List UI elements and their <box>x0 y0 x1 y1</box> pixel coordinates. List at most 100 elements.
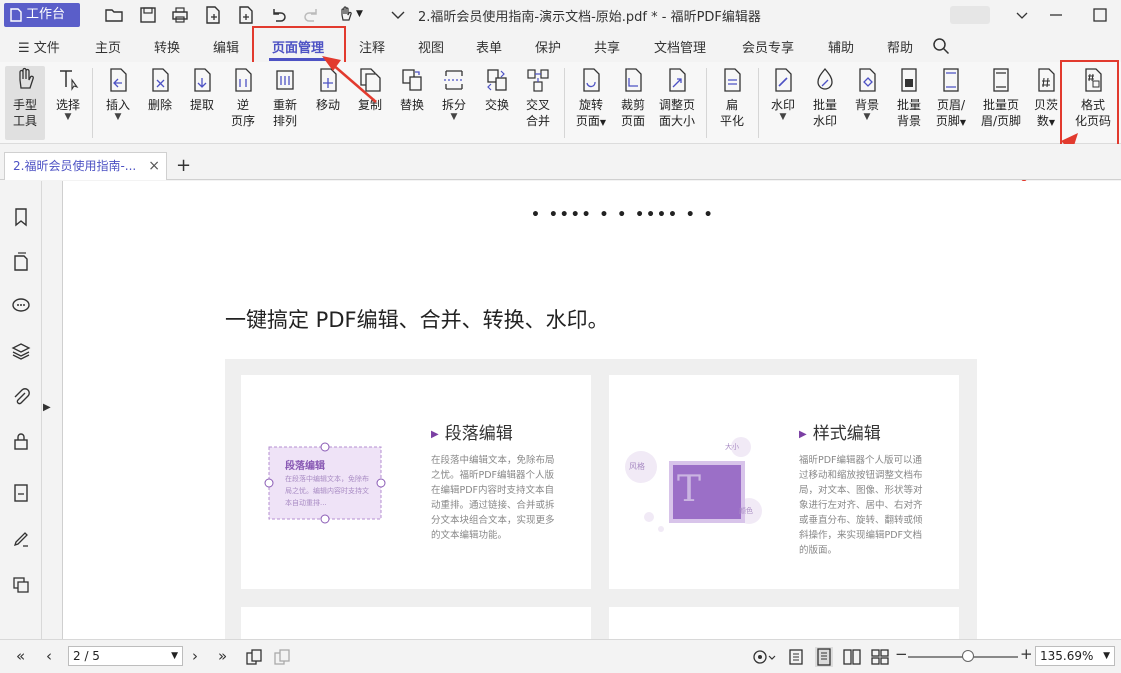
cross-merge-button[interactable]: 交叉 合并 <box>521 66 555 129</box>
menu-comment[interactable]: 注释 <box>359 37 385 56</box>
delete-button[interactable]: 删除 <box>143 66 177 113</box>
compare-pages-icon[interactable] <box>11 575 31 595</box>
single-page-view-icon[interactable] <box>788 648 804 666</box>
maximize-icon[interactable] <box>1090 5 1110 25</box>
add-tab-icon[interactable]: + <box>176 155 191 176</box>
header-footer-label-2: 页脚 <box>935 114 960 128</box>
continuous-view-icon[interactable] <box>815 647 833 667</box>
menu-file[interactable]: ☰ 文件 <box>18 37 60 56</box>
signature-pen-icon[interactable] <box>11 529 31 549</box>
continuous-facing-view-icon[interactable] <box>871 648 889 666</box>
search-icon[interactable] <box>932 37 950 55</box>
attachment-icon[interactable] <box>11 387 31 407</box>
zoom-out-icon[interactable]: − <box>895 645 908 663</box>
menu-home[interactable]: 主页 <box>95 37 121 56</box>
open-folder-icon[interactable] <box>104 5 124 25</box>
page-dropdown-icon[interactable]: ▼ <box>171 647 178 665</box>
previous-view-icon[interactable] <box>245 648 263 666</box>
page-number-value: 2 / 5 <box>73 649 100 663</box>
next-view-icon[interactable] <box>273 648 291 666</box>
split-button[interactable]: 拆分 ▼ <box>437 66 471 122</box>
facing-view-icon[interactable] <box>843 648 861 666</box>
minimize-icon[interactable] <box>1046 5 1066 25</box>
customize-quick-access-icon[interactable] <box>388 5 408 25</box>
watermark-button[interactable]: 水印 ▼ <box>766 66 800 122</box>
zoom-level-select[interactable]: 135.69% ▼ <box>1035 646 1115 666</box>
menu-form[interactable]: 表单 <box>476 37 502 56</box>
insert-button[interactable]: 插入 ▼ <box>101 66 135 122</box>
select-button[interactable]: 选择 ▼ <box>50 66 86 122</box>
account-dropdown-icon[interactable] <box>1012 5 1032 25</box>
zoom-dropdown-icon[interactable]: ▼ <box>1103 647 1110 665</box>
layers-icon[interactable] <box>11 341 31 361</box>
print-icon[interactable] <box>170 5 190 25</box>
header-footer-button[interactable]: 页眉/ 页脚▼ <box>931 66 971 131</box>
crop-page-button[interactable]: 裁剪 页面 <box>616 66 650 129</box>
decorative-dots: • •••• • • •••• • • <box>531 207 715 223</box>
menu-member-exclusive[interactable]: 会员专享 <box>742 37 794 56</box>
document-tab[interactable]: 2.福昕会员使用指南-... × <box>4 152 167 180</box>
undo-icon[interactable] <box>268 5 288 25</box>
menu-document-management[interactable]: 文档管理 <box>654 37 706 56</box>
redo-icon[interactable] <box>302 5 322 25</box>
new-document-icon[interactable] <box>236 5 256 25</box>
rotate-page-button[interactable]: 旋转 页面▼ <box>572 66 610 131</box>
ribbon-separator <box>92 68 93 138</box>
bates-number-button[interactable]: 贝茨 数▼ <box>1031 66 1061 131</box>
next-page-icon[interactable]: › <box>192 647 198 665</box>
first-page-icon[interactable]: « <box>16 647 25 665</box>
background-button[interactable]: 背景 ▼ <box>850 66 884 122</box>
bates-number-icon <box>1038 68 1055 92</box>
zoom-slider-handle[interactable] <box>962 650 974 662</box>
last-page-icon[interactable]: » <box>218 647 227 665</box>
read-mode-icon[interactable] <box>752 648 776 666</box>
extract-button[interactable]: 提取 <box>185 66 219 113</box>
page-number-input[interactable]: 2 / 5 ▼ <box>68 646 183 666</box>
left-sidebar <box>0 181 42 639</box>
hand-tool-button[interactable]: 手型 工具 <box>5 66 45 140</box>
save-icon[interactable] <box>138 5 158 25</box>
document-viewport[interactable]: • •••• • • •••• • • 一键搞定 PDF编辑、合并、转换、水印。… <box>62 181 1121 639</box>
document-properties-icon[interactable] <box>11 483 31 503</box>
reorder-button[interactable]: 重新 排列 <box>268 66 302 129</box>
copy-button[interactable]: 复制 <box>353 66 387 113</box>
workbench-button[interactable]: 工作台 <box>4 3 80 27</box>
previous-page-icon[interactable]: ‹ <box>46 647 52 665</box>
batch-background-button[interactable]: 批量 背景 <box>892 66 926 129</box>
menu-help[interactable]: 帮助 <box>887 37 913 56</box>
swap-button[interactable]: 交换 <box>480 66 514 113</box>
reverse-order-button[interactable]: 逆 页序 <box>226 66 260 129</box>
feature-card-lower-right <box>609 607 959 639</box>
menu-view[interactable]: 视图 <box>418 37 444 56</box>
menu-convert[interactable]: 转换 <box>154 37 180 56</box>
menu-share[interactable]: 共享 <box>594 37 620 56</box>
user-avatar[interactable] <box>950 6 990 24</box>
hand-dropdown-icon[interactable] <box>336 5 356 25</box>
menu-edit[interactable]: 编辑 <box>213 37 239 56</box>
menu-assist[interactable]: 辅助 <box>828 37 854 56</box>
close-tab-icon[interactable]: × <box>148 153 160 179</box>
menu-protect[interactable]: 保护 <box>535 37 561 56</box>
hand-dropdown-caret-icon[interactable]: ▼ <box>356 9 376 29</box>
page-thumbnails-icon[interactable] <box>11 252 31 272</box>
swap-icon <box>487 69 507 91</box>
batch-header-footer-button[interactable]: 批量页 眉/页脚 <box>977 66 1025 129</box>
document-tab-label: 2.福昕会员使用指南-... <box>13 159 137 173</box>
document-title: 2.福昕会员使用指南-演示文档-原始.pdf * - 福昕PDF编辑器 <box>418 10 761 25</box>
expand-sidebar-icon[interactable]: ▶ <box>43 402 51 413</box>
feature-card-paragraph: 段落编辑 在段落中编辑文本，免除布局之忧。编辑内容时支持文本自动重排... ▶ 段… <box>241 375 591 589</box>
comments-icon[interactable] <box>11 296 31 316</box>
batch-watermark-button[interactable]: 批量 水印 <box>808 66 842 129</box>
move-button[interactable]: 移动 <box>311 66 345 113</box>
bookmark-icon[interactable] <box>11 207 31 227</box>
replace-page-icon <box>402 69 422 91</box>
status-bar: « ‹ 2 / 5 ▼ › » − + 135.69% ▼ <box>0 639 1121 673</box>
resize-page-button[interactable]: 调整页 面大小 <box>655 66 699 129</box>
flatten-button[interactable]: 扁 平化 <box>714 66 750 129</box>
replace-button[interactable]: 替换 <box>395 66 429 113</box>
security-lock-icon[interactable] <box>11 431 31 451</box>
watermark-icon <box>775 68 792 92</box>
new-from-file-icon[interactable] <box>203 5 223 25</box>
menu-file-label: 文件 <box>33 41 60 56</box>
zoom-in-icon[interactable]: + <box>1020 645 1033 663</box>
